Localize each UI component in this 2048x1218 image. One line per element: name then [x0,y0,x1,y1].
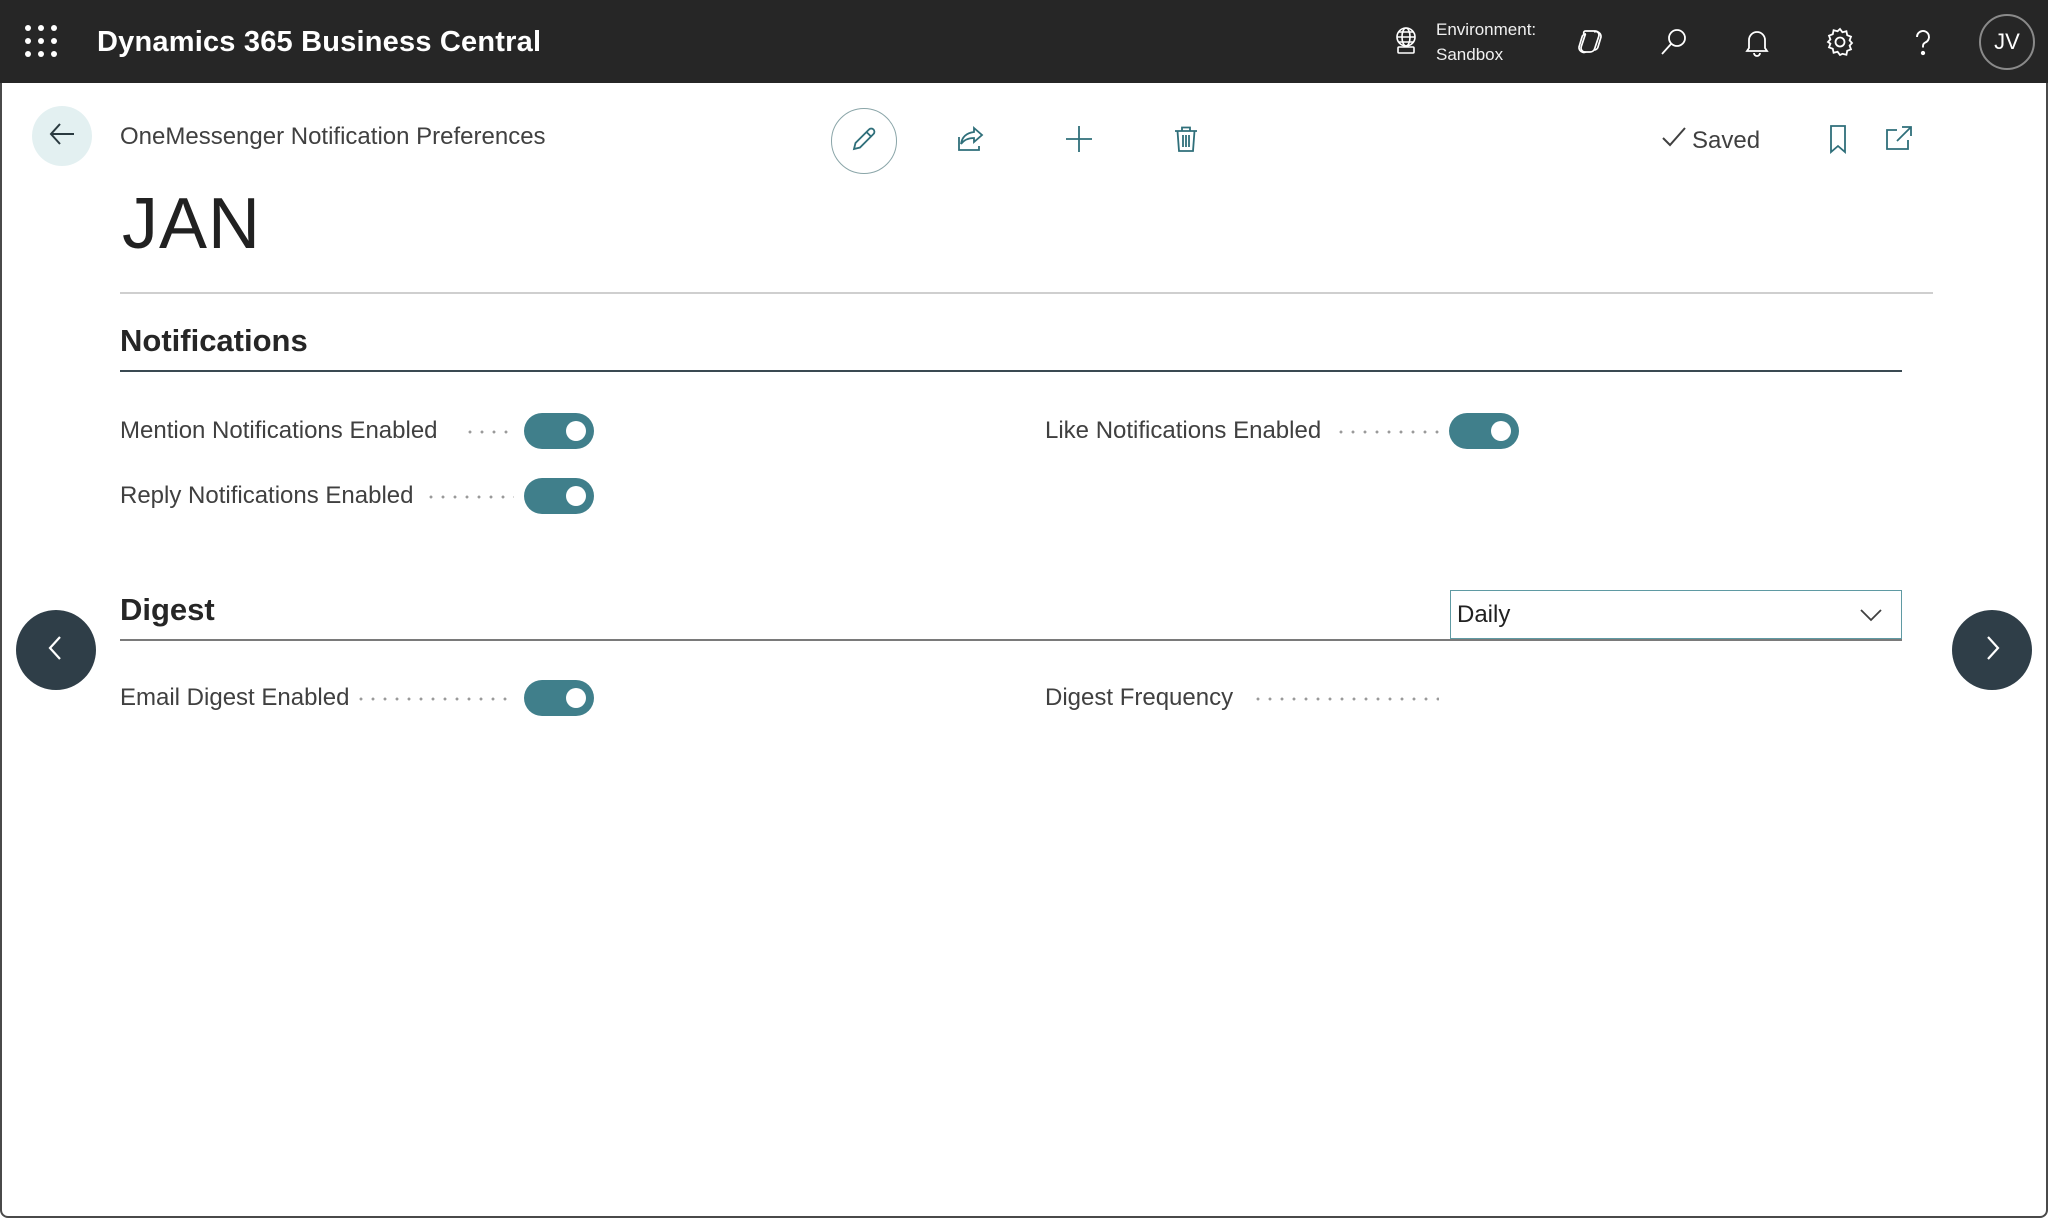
digest-frequency-value: Daily [1457,601,1511,628]
bell-icon[interactable] [1737,22,1777,62]
digest-frequency-label: Digest Frequency [1045,684,1234,711]
leader-dots [1252,697,1439,701]
saved-status: Saved [1660,123,1760,158]
leader-dots [355,697,514,701]
bookmark-icon [1822,123,1854,160]
record-page: OneMessenger Notification Preferences Sa… [0,83,2048,1218]
email-digest-toggle[interactable] [524,680,594,716]
environment-label: Environment: [1436,20,1537,39]
leader-dots [1335,430,1439,434]
plus-icon [1063,123,1095,160]
section-title-notifications[interactable]: Notifications [120,323,308,359]
reply-notifications-label: Reply Notifications Enabled [120,482,414,509]
section-divider-digest [120,639,1902,641]
breadcrumb: OneMessenger Notification Preferences [120,123,546,150]
back-button[interactable] [32,106,92,166]
title-divider [120,292,1933,294]
open-new-window-button[interactable] [1866,108,1932,174]
chevron-right-icon [1977,633,2007,668]
bookmark-button[interactable] [1805,108,1871,174]
top-bar: Dynamics 365 Business Central Environmen… [0,0,2048,83]
next-record-button[interactable] [1952,610,2032,690]
email-digest-label: Email Digest Enabled [120,684,350,711]
share-button[interactable] [938,108,1004,174]
app-title[interactable]: Dynamics 365 Business Central [97,22,541,62]
back-arrow-icon [47,119,77,154]
copilot-icon[interactable] [1570,22,1610,62]
help-icon[interactable] [1903,22,1943,62]
gear-icon[interactable] [1820,22,1860,62]
saved-label: Saved [1692,126,1761,154]
leader-dots [464,430,514,434]
edit-button[interactable] [831,108,897,174]
mention-notifications-toggle[interactable] [524,413,594,449]
delete-button[interactable] [1153,108,1219,174]
mention-notifications-label: Mention Notifications Enabled [120,417,438,444]
chevron-left-icon [41,633,71,668]
reply-notifications-toggle[interactable] [524,478,594,514]
share-icon [955,123,987,160]
section-divider-notifications [120,370,1902,372]
new-button[interactable] [1046,108,1112,174]
trash-icon [1170,123,1202,160]
popout-icon [1883,123,1915,160]
pencil-icon [848,123,880,160]
record-title: JAN [122,184,262,264]
environment-selector[interactable]: Environment: Sandbox [1390,14,1536,70]
checkmark-icon [1660,123,1692,158]
globe-icon [1390,24,1436,61]
leader-dots [425,495,514,499]
previous-record-button[interactable] [16,610,96,690]
search-icon[interactable] [1654,22,1694,62]
avatar[interactable]: JV [1979,14,2035,70]
waffle-icon[interactable] [22,22,60,60]
section-title-digest[interactable]: Digest [120,592,215,628]
like-notifications-label: Like Notifications Enabled [1045,417,1322,444]
like-notifications-toggle[interactable] [1449,413,1519,449]
digest-frequency-select[interactable]: Daily [1450,590,1902,639]
environment-value: Sandbox [1436,45,1504,64]
